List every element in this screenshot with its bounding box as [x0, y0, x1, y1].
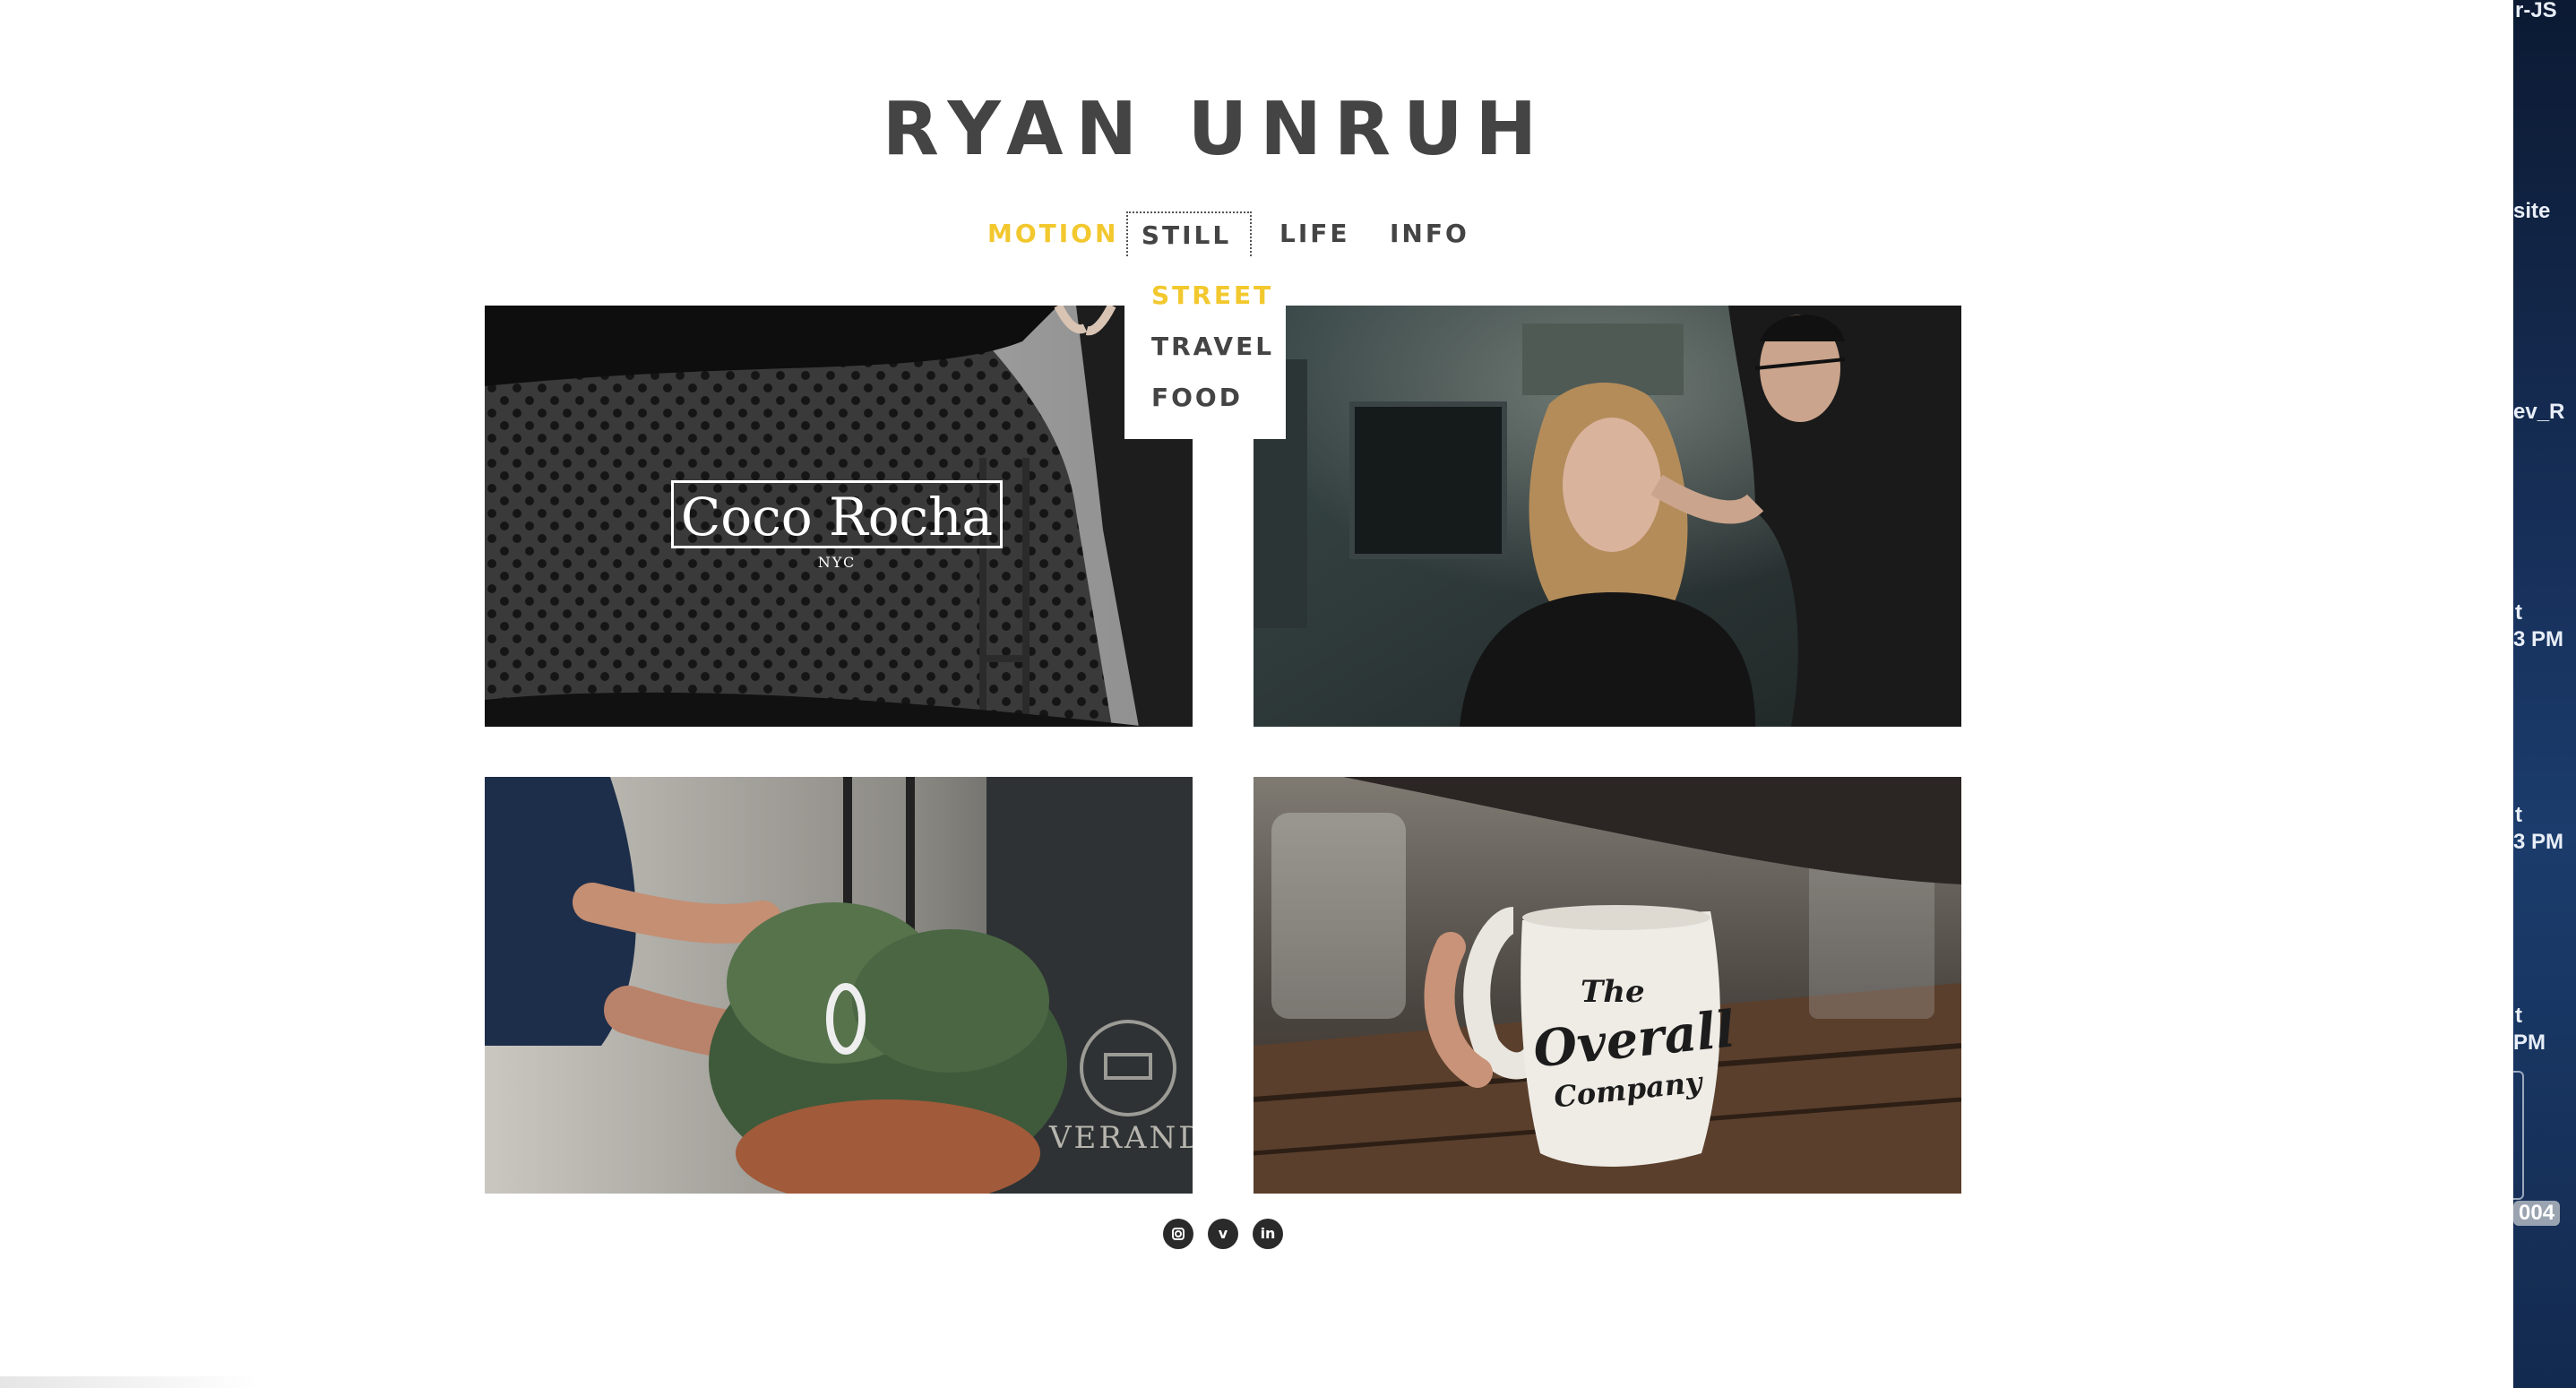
- dropdown-item-food[interactable]: FOOD: [1151, 380, 1243, 416]
- gallery-tile-coco-rocha[interactable]: Coco Rocha NYC: [485, 306, 1193, 727]
- mug-text-the: The: [1581, 974, 1645, 1010]
- verand-watermark: VERAND: [1049, 1120, 1193, 1156]
- desktop-icon-label[interactable]: site: [2513, 199, 2550, 224]
- main-nav: MOTION STILL LIFE INFO: [0, 211, 2432, 256]
- instagram-icon[interactable]: [1163, 1219, 1193, 1249]
- desktop-icon-label[interactable]: 004: [2513, 1201, 2561, 1226]
- still-dropdown-menu: STREET TRAVEL FOOD: [1124, 258, 1286, 439]
- desktop-icon-label[interactable]: ev_R: [2513, 400, 2564, 425]
- linkedin-icon[interactable]: in: [1253, 1219, 1283, 1249]
- gallery-tile-makeup[interactable]: [1254, 306, 1961, 727]
- desktop-background: r-JS site ev_R t 3 PM t 3 PM t PM 004: [2513, 0, 2576, 1388]
- makeup-image: [1254, 306, 1961, 727]
- nav-item-life[interactable]: LIFE: [1279, 211, 1350, 256]
- nav-item-info[interactable]: INFO: [1390, 211, 1469, 256]
- nav-item-still[interactable]: STILL: [1126, 211, 1252, 256]
- desktop-icon-label[interactable]: t: [2515, 600, 2522, 625]
- web-page: RYAN UNRUH MOTION STILL LIFE INFO STREET…: [0, 0, 2513, 1388]
- dropdown-item-street[interactable]: STREET: [1151, 278, 1273, 314]
- desktop-window-edge: [2513, 1071, 2524, 1200]
- desktop-icon-label[interactable]: t: [2515, 803, 2522, 828]
- desktop-icon-label[interactable]: r-JS: [2515, 0, 2557, 23]
- vimeo-icon[interactable]: v: [1208, 1219, 1238, 1249]
- desktop-icon-label[interactable]: 3 PM: [2513, 830, 2563, 855]
- dropdown-item-travel[interactable]: TRAVEL: [1151, 329, 1274, 365]
- nav-item-motion[interactable]: MOTION: [987, 211, 1118, 256]
- desktop-icon-label[interactable]: t: [2515, 1004, 2522, 1029]
- gallery-tile-overall-company[interactable]: The Overall Company: [1254, 777, 1961, 1194]
- site-title[interactable]: RYAN UNRUH: [0, 81, 2432, 179]
- instagram-glyph: [1172, 1228, 1185, 1240]
- desktop-icon-label[interactable]: PM: [2513, 1030, 2546, 1056]
- page-bottom-shadow: [0, 1376, 260, 1388]
- desktop-icon-label[interactable]: 3 PM: [2513, 627, 2563, 652]
- gallery-tile-verand[interactable]: VERAND: [485, 777, 1193, 1194]
- coco-rocha-title: Coco Rocha: [671, 480, 1003, 548]
- coco-rocha-subtitle: NYC: [817, 554, 857, 571]
